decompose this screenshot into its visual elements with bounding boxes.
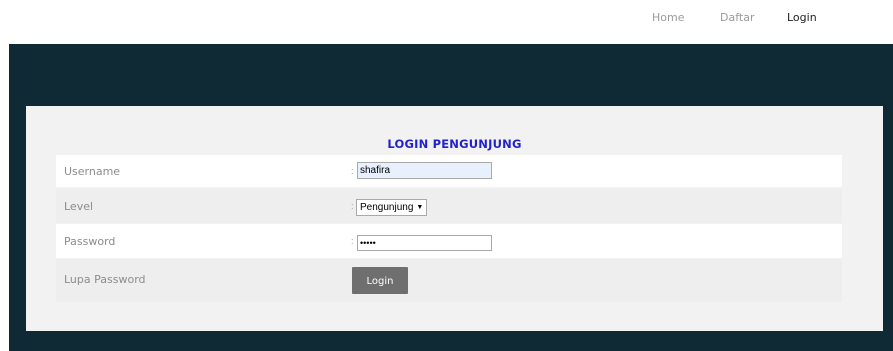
password-separator: :: [351, 236, 354, 246]
level-row: Level : Pengunjung ▼: [56, 189, 842, 223]
nav-home-link[interactable]: Home: [652, 11, 684, 24]
level-selected-value: Pengunjung: [360, 202, 414, 213]
username-label: Username: [64, 165, 121, 178]
nav-login-link[interactable]: Login: [787, 11, 817, 24]
login-panel: LOGIN PENGUNJUNG Username : Level : Peng…: [26, 106, 883, 331]
forgot-password-link[interactable]: Lupa Password: [64, 273, 146, 286]
login-button[interactable]: Login: [352, 267, 408, 294]
form-title: LOGIN PENGUNJUNG: [387, 137, 522, 151]
level-label: Level: [64, 200, 94, 213]
forgot-row: Lupa Password Login: [56, 259, 842, 302]
username-separator: :: [351, 166, 354, 176]
level-select[interactable]: Pengunjung ▼: [356, 199, 428, 216]
password-input[interactable]: •••••: [357, 235, 492, 251]
password-label: Password: [64, 235, 116, 248]
username-input[interactable]: [357, 162, 492, 179]
level-separator: :: [351, 201, 354, 211]
nav-daftar-link[interactable]: Daftar: [720, 11, 754, 24]
password-row: Password : •••••: [56, 224, 842, 258]
chevron-down-icon: ▼: [416, 204, 424, 211]
top-navigation: Home Daftar Login: [0, 0, 893, 44]
username-row: Username :: [56, 155, 842, 187]
